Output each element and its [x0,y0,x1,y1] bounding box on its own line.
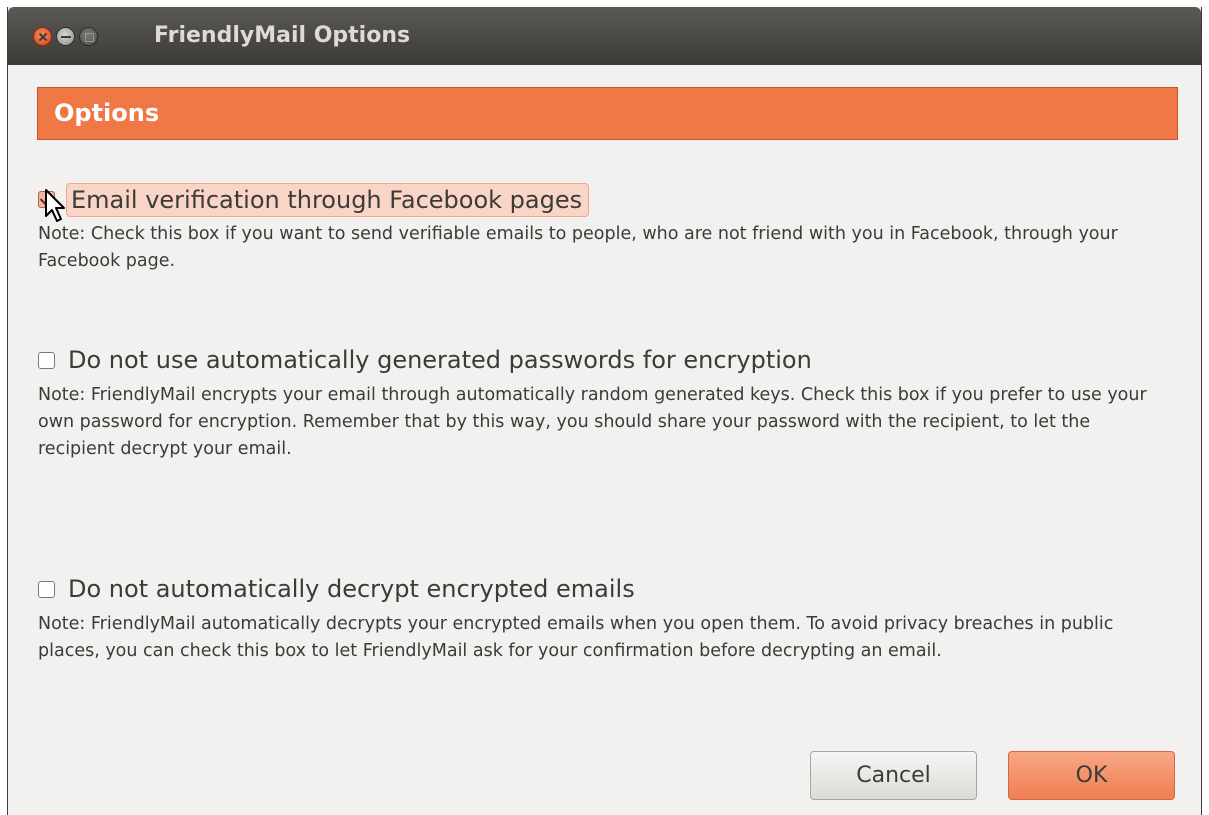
facebook-verification-note: Note: Check this box if you want to send… [38,224,1118,271]
options-dialog: FriendlyMail Options Options Email verif… [7,7,1202,815]
header-title: Options [54,99,160,127]
facebook-verification-label[interactable]: Email verification through Facebook page… [66,183,590,217]
option-no-auto-decrypt: Do not automatically decrypt encrypted e… [38,573,1158,665]
option-facebook-verification: Email verification through Facebook page… [38,183,1158,275]
no-auto-decrypt-note: Note: FriendlyMail automatically decrypt… [38,614,1114,661]
no-auto-decrypt-checkbox[interactable] [38,581,55,598]
cancel-button[interactable]: Cancel [810,751,977,800]
close-icon[interactable] [33,27,52,46]
mouse-cursor-icon [45,189,65,222]
minimize-icon[interactable] [56,27,75,46]
ok-button[interactable]: OK [1008,751,1175,800]
maximize-icon[interactable] [79,27,98,46]
options-header: Options [37,87,1178,140]
own-password-checkbox[interactable] [38,352,55,369]
title-bar[interactable]: FriendlyMail Options [8,7,1201,65]
window-title: FriendlyMail Options [154,23,411,48]
no-auto-decrypt-label[interactable]: Do not automatically decrypt encrypted e… [68,573,635,605]
own-password-label[interactable]: Do not use automatically generated passw… [68,344,812,376]
option-own-password: Do not use automatically generated passw… [38,344,1158,463]
own-password-note: Note: FriendlyMail encrypts your email t… [38,385,1147,459]
